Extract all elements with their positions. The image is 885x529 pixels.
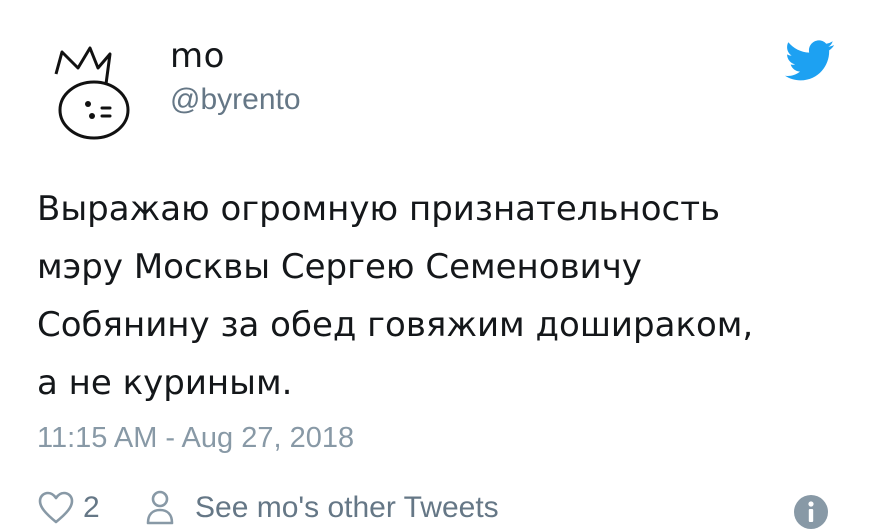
see-other-tweets-label: See mo's other Tweets bbox=[195, 491, 499, 524]
see-other-tweets-link[interactable]: See mo's other Tweets bbox=[145, 488, 499, 528]
twitter-bird-icon[interactable] bbox=[785, 40, 835, 82]
person-icon bbox=[146, 490, 174, 525]
tweet-text: Выражаю огромную признательность мэру Мо… bbox=[37, 180, 837, 412]
like-count: 2 bbox=[83, 491, 100, 524]
tweet-timestamp[interactable]: 11:15 AM - Aug 27, 2018 bbox=[37, 420, 354, 456]
like-button[interactable]: 2 bbox=[37, 488, 100, 528]
heart-icon bbox=[38, 491, 74, 524]
author-block[interactable]: mo @byrento bbox=[170, 36, 301, 118]
tweet-text-line: Выражаю огромную признательность bbox=[37, 189, 721, 229]
avatar[interactable] bbox=[48, 44, 140, 140]
tweet-actions: 2 See mo's other Tweets bbox=[37, 488, 857, 529]
info-icon[interactable] bbox=[793, 494, 829, 529]
display-name[interactable]: mo bbox=[170, 36, 301, 76]
tweet-card: mo @byrento Выражаю огромную признательн… bbox=[0, 0, 885, 529]
tweet-text-line: Собянину за обед говяжим дошираком, bbox=[37, 305, 754, 345]
user-handle[interactable]: @byrento bbox=[170, 82, 301, 118]
tweet-text-line: а не куриным. bbox=[37, 363, 293, 403]
tweet-text-line: мэру Москвы Сергею Семеновичу bbox=[37, 247, 642, 287]
